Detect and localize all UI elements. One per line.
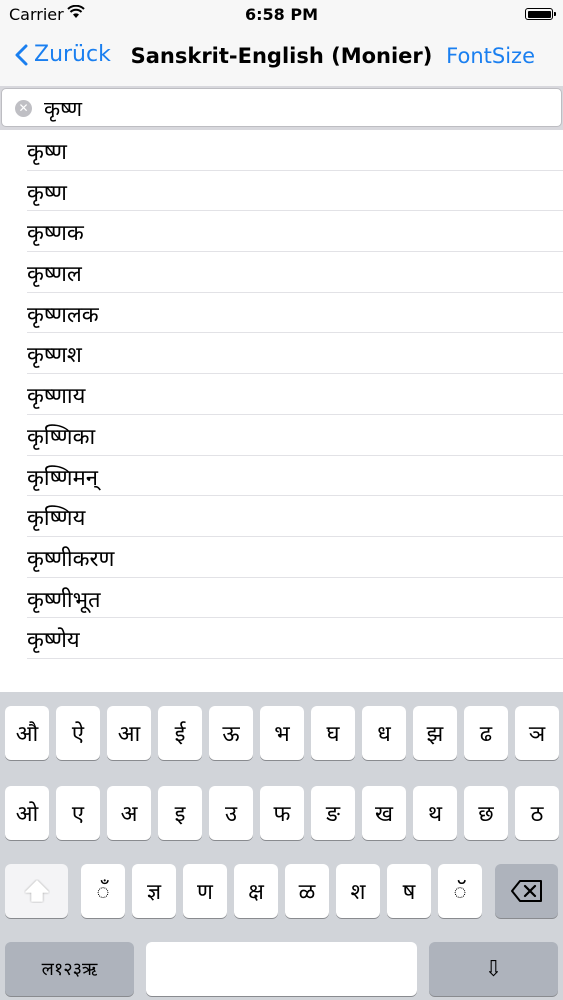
list-item[interactable]: कृष्ण — [27, 171, 563, 212]
delete-key[interactable] — [495, 864, 558, 918]
list-item-label: कृष्णीभूत — [27, 587, 101, 613]
list-item[interactable]: कृष्णाय — [27, 374, 563, 415]
fontsize-button[interactable]: FontSize — [446, 44, 535, 68]
key[interactable]: औ — [5, 706, 49, 760]
key[interactable]: ॅ — [438, 864, 482, 918]
list-item[interactable]: कृष्णीकरण — [27, 537, 563, 578]
key[interactable]: भ — [260, 706, 304, 760]
key[interactable]: अ — [107, 786, 151, 840]
return-key[interactable]: ⇩ — [429, 942, 558, 996]
delete-icon — [510, 880, 542, 902]
key[interactable]: छ — [464, 786, 508, 840]
list-item[interactable]: कृष्णश — [27, 333, 563, 375]
clock: 6:58 PM — [244, 5, 318, 24]
key[interactable]: ञ — [515, 706, 559, 760]
key[interactable]: इ — [158, 786, 202, 840]
list-item-label: कृष्णेय — [27, 628, 80, 654]
key[interactable]: ष — [387, 864, 431, 918]
key[interactable]: ई — [158, 706, 202, 760]
list-item[interactable]: कृष्णिय — [27, 496, 563, 537]
key[interactable]: आ — [107, 706, 151, 760]
key[interactable]: ङ — [311, 786, 355, 840]
key[interactable]: उ — [209, 786, 253, 840]
list-item[interactable]: कृष्णल — [27, 252, 563, 293]
key[interactable]: ठ — [515, 786, 559, 840]
devanagari-keyboard: औ ऐ आ ई ऊ भ घ ध झ ढ ञ ओ ए अ इ उ फ ङ ख थ … — [0, 692, 563, 1000]
shift-key[interactable] — [5, 864, 68, 918]
key[interactable]: ऊ — [209, 706, 253, 760]
battery-icon — [525, 8, 556, 20]
list-item[interactable]: कृष्णीभूत — [27, 578, 563, 619]
status-bar: Carrier 6:58 PM — [0, 0, 563, 30]
mode-switch-key[interactable]: ल१२३ऋ — [5, 942, 134, 996]
key[interactable]: श — [336, 864, 380, 918]
list-item[interactable]: कृष्णिमन् — [27, 456, 563, 497]
key[interactable]: क्ष — [234, 864, 278, 918]
clear-icon[interactable]: ✕ — [15, 100, 32, 117]
search-text: कृष्ण — [44, 97, 83, 121]
key[interactable]: ध — [362, 706, 406, 760]
key[interactable]: ए — [56, 786, 100, 840]
list-item-label: कृष्णक — [27, 221, 84, 247]
space-key[interactable] — [146, 942, 417, 996]
navigation-bar: Zurück Sanskrit-English (Monier) FontSiz… — [0, 30, 563, 86]
list-item[interactable]: कृष्णलक — [27, 293, 563, 334]
key[interactable]: ण — [183, 864, 227, 918]
list-item[interactable]: कृष्णेय — [27, 618, 563, 659]
key[interactable]: ढ — [464, 706, 508, 760]
key[interactable]: ज्ञ — [132, 864, 176, 918]
key[interactable]: ऐ — [56, 706, 100, 760]
list-item[interactable]: कृष्ण — [27, 130, 563, 171]
key[interactable]: ओ — [5, 786, 49, 840]
list-item-label: कृष्णिय — [27, 506, 86, 532]
search-bar: ✕ कृष्ण — [0, 86, 563, 130]
list-item[interactable]: कृष्णिका — [27, 415, 563, 456]
key[interactable]: ळ — [285, 864, 329, 918]
search-input[interactable]: ✕ कृष्ण — [1, 88, 562, 127]
chevron-left-icon — [15, 44, 28, 65]
list-item-label: कृष्णलक — [27, 302, 99, 328]
key[interactable]: फ — [260, 786, 304, 840]
list-item-label: कृष्णिका — [27, 424, 96, 450]
list-item-label: कृष्णिमन् — [27, 465, 98, 491]
results-list: कृष्ण कृष्ण कृष्णक कृष्णल कृष्णलक कृष्णश… — [0, 130, 563, 659]
list-item-label: कृष्णीकरण — [27, 546, 115, 572]
list-item-label: कृष्ण — [27, 140, 67, 165]
list-item-label: कृष्णल — [27, 262, 82, 288]
key[interactable]: थ — [413, 786, 457, 840]
list-item-label: कृष्णाय — [27, 384, 86, 410]
list-item[interactable]: कृष्णक — [27, 211, 563, 253]
key[interactable]: ँ — [81, 864, 125, 918]
key[interactable]: ख — [362, 786, 406, 840]
list-item-label: कृष्ण — [27, 180, 67, 206]
key[interactable]: झ — [413, 706, 457, 760]
shift-icon — [24, 880, 49, 902]
key[interactable]: घ — [311, 706, 355, 760]
back-button[interactable]: Zurück — [15, 42, 111, 67]
back-label: Zurück — [34, 42, 111, 67]
list-item-label: कृष्णश — [27, 343, 82, 369]
